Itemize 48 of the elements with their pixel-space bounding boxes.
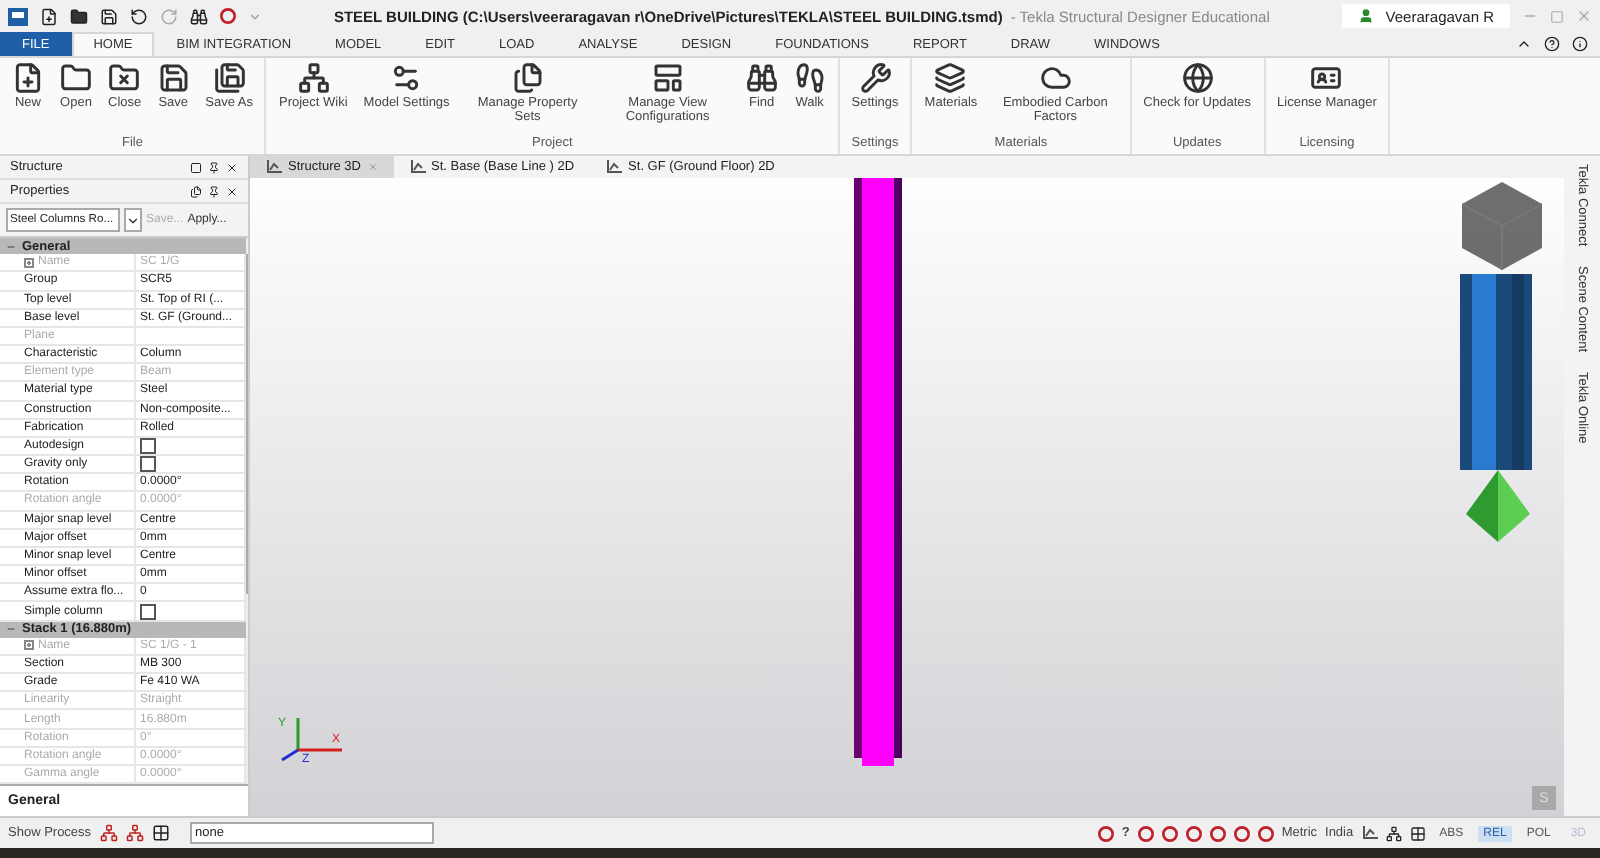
help-icon[interactable]	[1544, 36, 1560, 52]
file-plus-icon	[12, 62, 44, 94]
folder-icon[interactable]	[70, 7, 88, 25]
float-icon[interactable]	[190, 185, 202, 197]
save-icon	[157, 62, 190, 94]
close-icon[interactable]	[226, 161, 238, 173]
binoculars-icon	[745, 62, 778, 94]
pyramid-icon[interactable]	[1466, 470, 1530, 542]
checkbox[interactable]	[140, 456, 156, 473]
folder-icon	[60, 62, 92, 94]
stop-icon[interactable]	[1097, 825, 1114, 841]
collapse-icon[interactable]	[1516, 36, 1532, 52]
view-icon	[266, 160, 282, 174]
structure-icon[interactable]	[99, 824, 118, 842]
chevron-down-icon	[126, 213, 140, 227]
hierarchy-icon	[297, 62, 330, 94]
view-icon	[409, 160, 425, 174]
structure-icon[interactable]	[125, 824, 144, 842]
window-icon[interactable]	[190, 161, 202, 173]
view-cube-icon[interactable]	[1462, 182, 1542, 270]
grid-icon[interactable]	[151, 824, 170, 842]
save-all-icon	[213, 62, 246, 94]
save-icon[interactable]	[100, 7, 118, 25]
pin-icon[interactable]	[208, 185, 220, 197]
wrench-icon	[859, 62, 892, 94]
close-icon[interactable]	[226, 185, 238, 197]
folder-x-icon	[108, 62, 141, 94]
binoculars-icon[interactable]	[190, 7, 208, 25]
dropdown-button[interactable]	[124, 208, 142, 232]
globe-icon	[1181, 62, 1214, 94]
app-logo-icon	[8, 7, 28, 25]
checkbox[interactable]	[140, 603, 156, 620]
id-card-icon	[1310, 62, 1343, 94]
stop-icon[interactable]	[220, 8, 236, 24]
user-icon	[1357, 8, 1374, 24]
pin-icon[interactable]	[208, 161, 220, 173]
files-icon	[511, 62, 544, 94]
layers-icon	[934, 62, 967, 94]
new-icon[interactable]	[40, 7, 58, 25]
footprints-icon	[793, 62, 826, 94]
grid-icon[interactable]	[1409, 825, 1426, 841]
settings-icon	[390, 62, 423, 94]
layout-icon	[651, 62, 684, 94]
view-icon	[606, 160, 623, 174]
cloud-icon	[1039, 62, 1072, 94]
view-icon	[1361, 826, 1378, 840]
undo-icon[interactable]	[130, 7, 148, 25]
info-icon[interactable]	[1572, 36, 1588, 52]
